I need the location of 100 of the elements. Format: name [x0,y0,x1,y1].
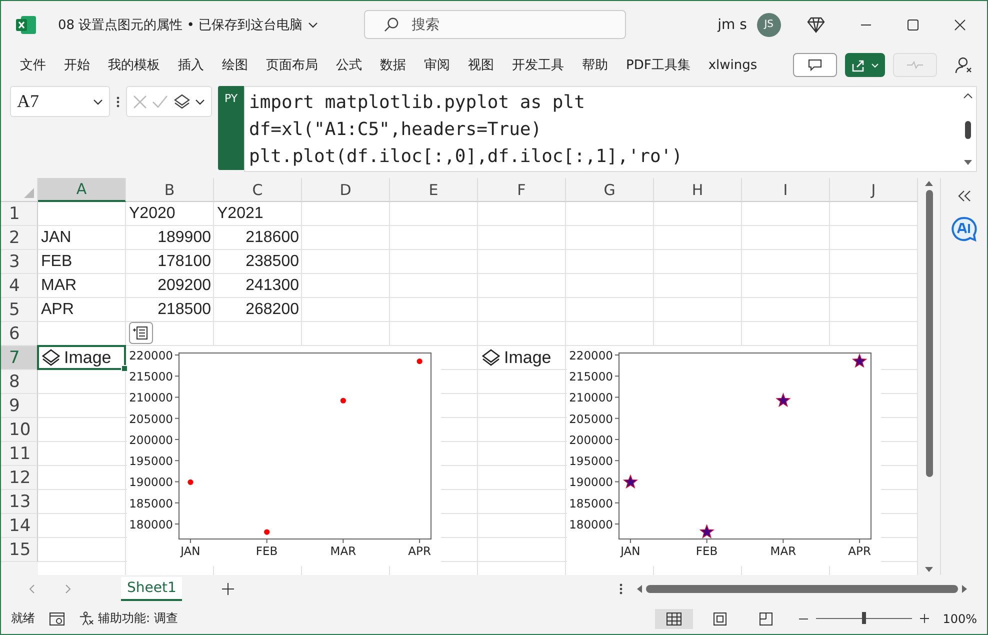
scroll-thumb[interactable] [965,120,971,138]
share-button[interactable] [845,53,885,77]
window-title[interactable]: 08 设置点图元的属性 • 已保存到这台电脑 [58,16,303,34]
name-box[interactable]: A7 [10,86,110,117]
python-badge[interactable]: PY [218,86,244,170]
ai-assistant-icon[interactable] [950,216,978,242]
column-header[interactable]: G [566,178,654,202]
table-cell-text: JAN [40,229,72,247]
grid-icon [666,612,682,626]
column-header[interactable]: H [654,178,742,202]
scroll-down-icon[interactable] [925,567,933,572]
scroll-thumb[interactable] [926,190,932,477]
scroll-left-icon[interactable] [637,585,642,593]
ribbon-tab[interactable]: xlwings [699,58,766,72]
row-header[interactable]: 6 [1,322,38,346]
zoom-slider-thumb[interactable] [862,612,866,624]
ribbon-tab[interactable]: 审阅 [415,56,459,74]
maximize-icon[interactable] [906,18,919,30]
image-cell[interactable]: Image [477,345,566,370]
ribbon-tab[interactable]: 公式 [327,56,371,74]
ribbon-tab[interactable]: 页面布局 [257,56,327,74]
column-header[interactable]: I [742,178,830,202]
ribbon-tab[interactable]: 开发工具 [503,56,573,74]
column-header[interactable]: F [478,178,566,202]
row-header[interactable]: 3 [1,250,38,274]
more-icon[interactable] [116,95,120,109]
share-icon [851,58,865,72]
column-header[interactable]: A [38,178,126,202]
previous-sheet-icon[interactable] [29,584,35,594]
row-header[interactable]: 12 [1,466,38,490]
search-icon [384,17,399,32]
axis-tick-label: 195000 [569,454,613,468]
axis-tick-label: 215000 [569,370,613,384]
zoom-in-icon[interactable] [920,614,929,623]
ribbon-tab[interactable]: 开始 [55,56,99,74]
table-cell-text: 241300 [244,277,300,295]
chevron-down-icon[interactable] [195,98,206,104]
user-name[interactable]: jm s [718,16,747,32]
code-line: plt.plot(df.iloc[:,0],df.iloc[:,1],'ro') [249,145,684,169]
row-header[interactable]: 13 [1,490,38,514]
diamond-icon[interactable] [806,16,825,32]
column-header[interactable]: D [302,178,390,202]
accessibility-status[interactable]: 辅助功能: 调查 [79,610,178,627]
row-header[interactable]: 9 [1,394,38,418]
column-header[interactable]: E [390,178,478,202]
axis-tick-label: FEB [696,544,718,558]
column-header[interactable]: C [214,178,302,202]
comment-icon [808,59,822,71]
more-icon[interactable] [619,582,623,596]
ribbon-tab[interactable]: 数据 [371,56,415,74]
axis-tick-label: 210000 [129,390,173,405]
ribbon-tab[interactable]: 插入 [169,56,213,74]
next-sheet-icon[interactable] [65,584,71,594]
column-header[interactable]: B [126,178,214,202]
chevron-down-icon[interactable] [308,22,318,28]
add-sheet-icon[interactable] [222,583,234,595]
axis-tick-label: 180000 [129,518,173,532]
row-header[interactable]: 1 [1,202,38,226]
collapse-pane-icon[interactable] [957,190,971,202]
row-header[interactable]: 10 [1,418,38,442]
image-cell[interactable]: Image [37,345,126,370]
ribbon-tab[interactable]: 视图 [459,56,503,74]
layers-icon[interactable] [174,94,190,110]
user-avatar[interactable]: JS [756,12,781,36]
row-header[interactable]: 7 [1,346,38,370]
scroll-up-icon[interactable] [925,181,933,186]
normal-view-button[interactable] [654,608,693,628]
ribbon-tab[interactable]: 绘图 [213,56,257,74]
chevron-down-icon [93,98,103,104]
scroll-right-icon[interactable] [962,585,967,593]
accessibility-icon [79,611,94,626]
row-header[interactable]: 15 [1,538,38,562]
table-cell-text: 218500 [156,301,212,319]
data-card-icon[interactable] [129,322,153,344]
horizontal-scrollbar[interactable] [637,582,967,596]
axis-tick-label: JAN [180,544,200,558]
row-header[interactable]: 4 [1,274,38,298]
row-header[interactable]: 2 [1,226,38,250]
column-header[interactable]: J [830,178,918,202]
ribbon-tab[interactable]: 我的模板 [99,56,169,74]
person-icon[interactable] [955,56,973,74]
row-header[interactable]: 8 [1,370,38,394]
check-icon[interactable] [152,94,168,108]
row-header[interactable]: 14 [1,514,38,538]
zoom-level[interactable]: 100% [942,612,977,626]
sheet-tab[interactable]: Sheet1 [121,577,182,601]
search-field[interactable]: 搜索 [364,10,626,39]
table-cell-text: 189900 [156,229,212,247]
axis-tick-label: 185000 [129,496,173,510]
ribbon-tab[interactable]: 文件 [11,56,55,74]
close-icon[interactable] [954,18,966,30]
axis-tick-label: FEB [256,544,278,558]
macro-record-icon[interactable] [49,612,65,626]
scroll-down-icon[interactable] [964,160,972,165]
collapse-icon[interactable] [963,93,973,99]
row-header[interactable]: 5 [1,298,38,322]
ribbon-tab[interactable]: PDF工具集 [617,56,700,74]
ribbon-tab[interactable]: 帮助 [573,56,617,74]
comments-button[interactable] [793,53,837,77]
row-header[interactable]: 11 [1,442,38,466]
